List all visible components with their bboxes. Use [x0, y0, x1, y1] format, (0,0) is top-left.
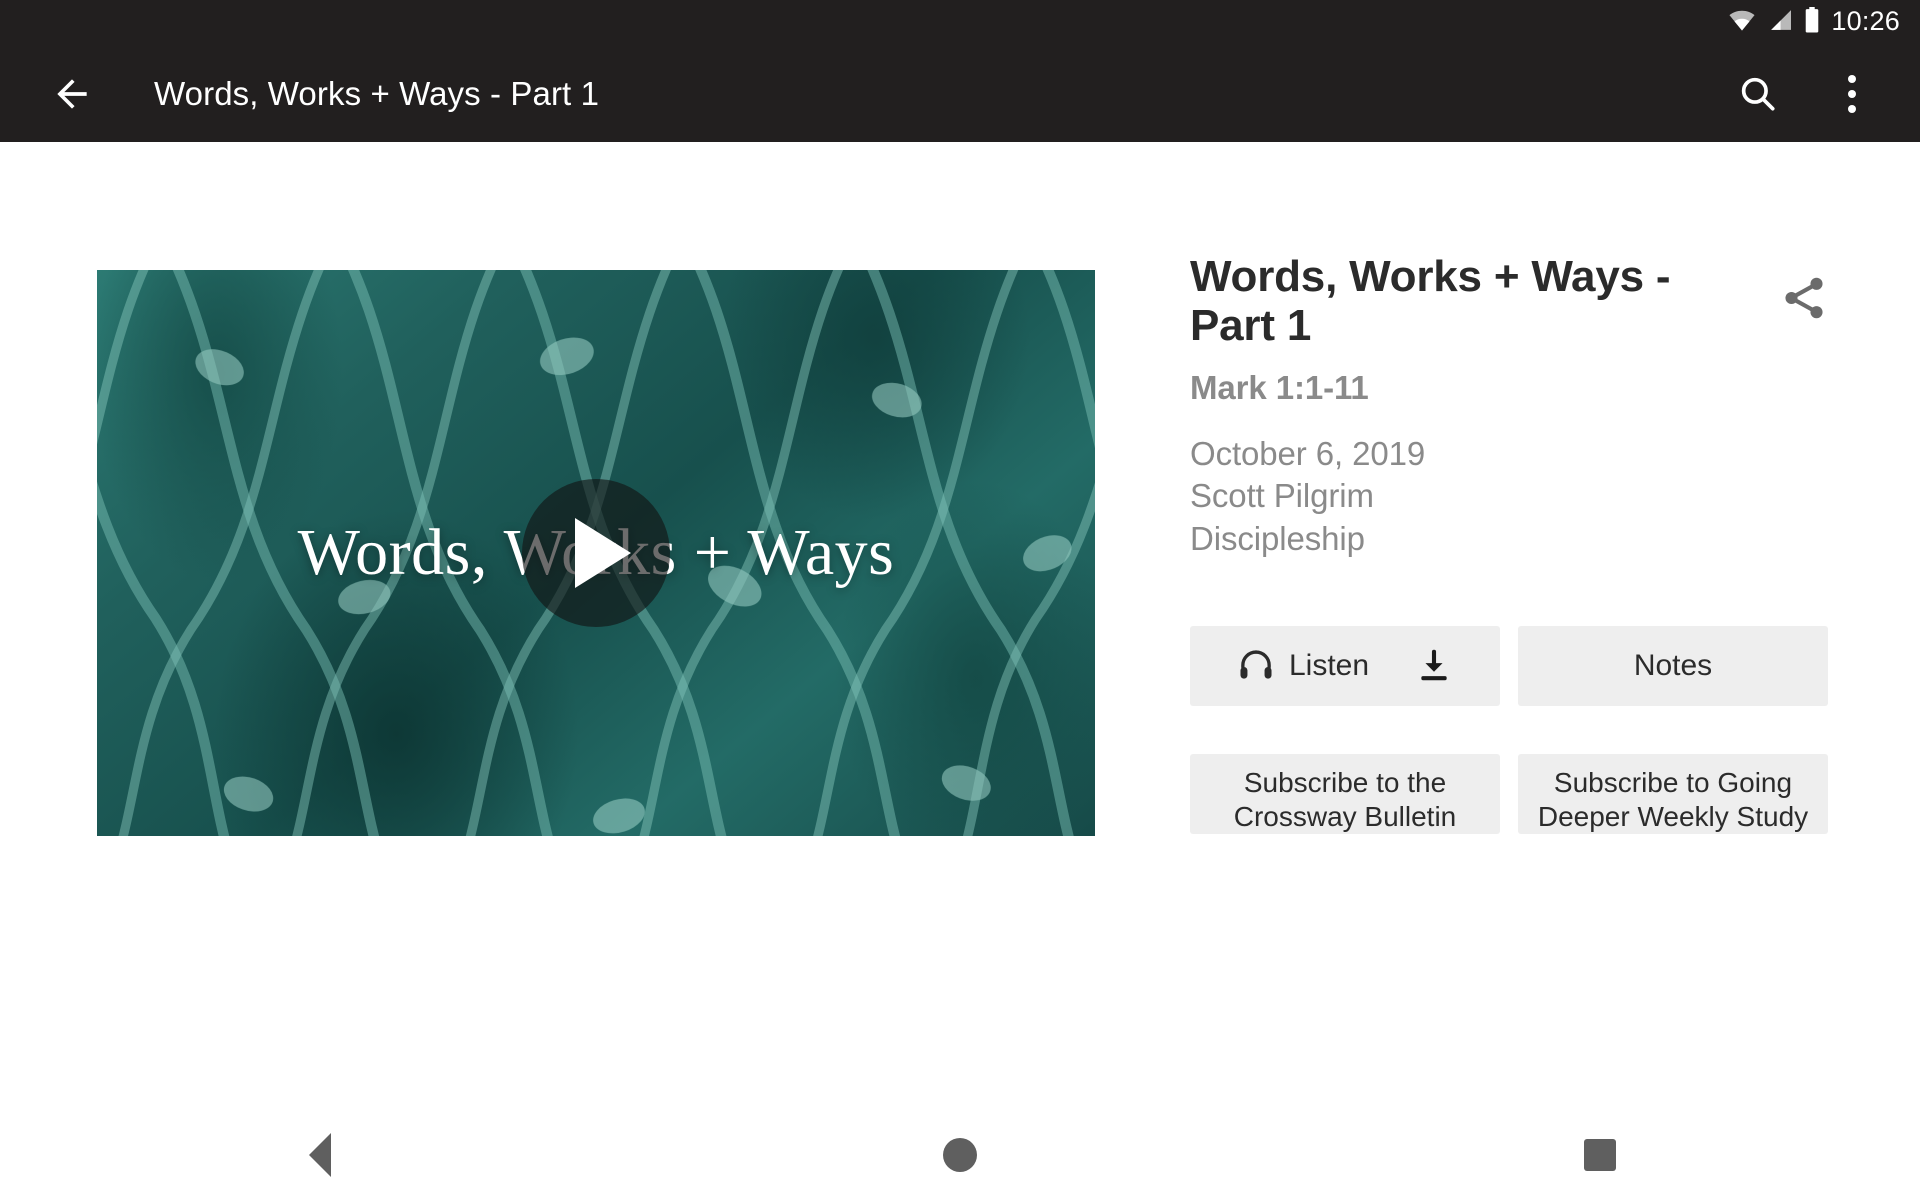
detail-header: Words, Works + Ways - Part 1: [1190, 252, 1850, 351]
primary-action-row: Listen Notes: [1190, 626, 1850, 707]
status-bar: 10:26: [0, 0, 1920, 45]
app-root: 10:26 Words, Works + Ways - Part 1 Words…: [0, 0, 1920, 1200]
listen-button-label: Listen: [1288, 649, 1370, 683]
app-bar: Words, Works + Ways - Part 1: [0, 45, 1920, 142]
video-thumbnail[interactable]: Words, Works + Ways: [97, 270, 1095, 836]
headphones-icon: [1240, 650, 1272, 679]
nav-back-button[interactable]: [0, 1132, 640, 1177]
page-title: Words, Works + Ways - Part 1: [1190, 252, 1671, 351]
notes-button[interactable]: Notes: [1518, 626, 1828, 707]
search-button[interactable]: [1726, 62, 1790, 126]
back-arrow-icon: [57, 78, 87, 109]
download-icon: [1421, 649, 1447, 681]
listen-button[interactable]: Listen: [1190, 626, 1500, 707]
android-nav-bar: [0, 1109, 1920, 1200]
play-icon: [575, 518, 631, 588]
subscribe-bulletin-button[interactable]: Subscribe to the Crossway Bulletin: [1190, 754, 1500, 835]
listen-button-content: Listen: [1237, 647, 1369, 685]
sermon-metadata: October 6, 2019 Scott Pilgrim Disciplesh…: [1190, 433, 1850, 561]
cell-signal-icon: [1767, 9, 1793, 36]
play-button[interactable]: [522, 479, 670, 627]
nav-home-button[interactable]: [640, 1137, 1280, 1172]
share-icon: [1785, 277, 1823, 319]
subscribe-study-button[interactable]: Subscribe to Going Deeper Weekly Study: [1518, 754, 1828, 835]
nav-recents-button[interactable]: [1280, 1138, 1920, 1171]
app-bar-title: Words, Works + Ways - Part 1: [154, 74, 600, 112]
nav-back-icon: [309, 1132, 331, 1177]
share-button[interactable]: [1772, 266, 1836, 330]
sermon-series: Discipleship: [1190, 519, 1365, 557]
nav-home-icon: [943, 1137, 977, 1172]
sermon-date: October 6, 2019: [1190, 434, 1426, 472]
search-icon: [1741, 77, 1775, 111]
wifi-icon: [1728, 9, 1756, 36]
subscribe-action-row: Subscribe to the Crossway Bulletin Subsc…: [1190, 754, 1850, 835]
overflow-menu-button[interactable]: [1820, 62, 1884, 126]
download-button[interactable]: [1415, 647, 1453, 685]
status-bar-time: 10:26: [1831, 6, 1900, 36]
scripture-reference: Mark 1:1-11: [1190, 368, 1369, 406]
nav-recents-icon: [1584, 1138, 1616, 1171]
sermon-detail-panel: Words, Works + Ways - Part 1 Mark 1:1-11…: [1190, 252, 1850, 835]
main-content: Words, Works + Ways Words, Works + Ways …: [0, 142, 1920, 1109]
battery-icon: [1804, 7, 1820, 38]
more-vertical-icon: [1848, 74, 1856, 113]
app-bar-actions: [1726, 62, 1884, 126]
back-button[interactable]: [36, 58, 108, 130]
sermon-speaker: Scott Pilgrim: [1190, 477, 1374, 515]
